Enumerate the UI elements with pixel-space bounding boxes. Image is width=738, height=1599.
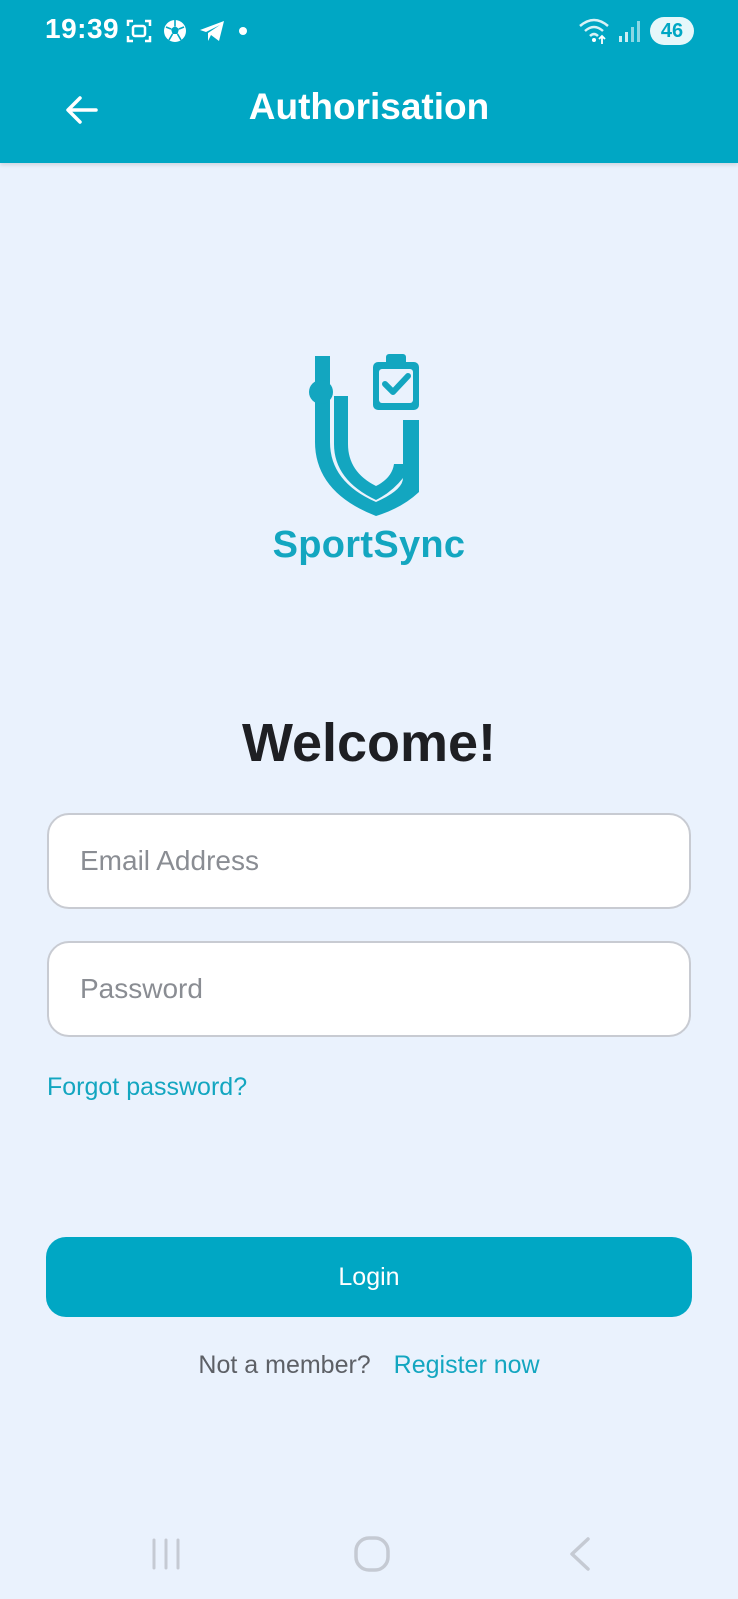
system-icons: 46 bbox=[578, 14, 694, 48]
dot-icon bbox=[239, 27, 247, 35]
forgot-password-link[interactable]: Forgot password? bbox=[47, 1073, 247, 1102]
screenshot-icon bbox=[126, 19, 152, 43]
home-button[interactable] bbox=[350, 1534, 394, 1574]
login-button[interactable]: Login bbox=[46, 1237, 692, 1317]
soccer-ball-icon bbox=[164, 20, 186, 42]
not-member-text: Not a member? bbox=[198, 1351, 371, 1379]
password-field-container bbox=[47, 941, 691, 1037]
password-field[interactable] bbox=[49, 943, 689, 1035]
recent-apps-button[interactable] bbox=[144, 1534, 188, 1574]
shield-clipboard-logo-icon bbox=[309, 354, 419, 516]
signal-icon bbox=[619, 21, 640, 42]
page-title: Authorisation bbox=[248, 86, 490, 127]
register-link[interactable]: Register now bbox=[394, 1351, 540, 1379]
status-time: 19:39 bbox=[45, 13, 120, 44]
status-bar: 19:39 46 bbox=[0, 0, 738, 62]
email-field-container bbox=[47, 813, 691, 909]
nav-back-button[interactable] bbox=[558, 1534, 602, 1574]
system-nav-bar bbox=[0, 1516, 738, 1590]
wifi-icon bbox=[579, 18, 609, 44]
battery-icon: 46 bbox=[650, 17, 694, 45]
logo-wordmark: SportSync bbox=[272, 524, 466, 566]
recent-apps-icon bbox=[152, 1538, 180, 1570]
email-field[interactable] bbox=[49, 815, 689, 907]
register-row: Not a member? Register now bbox=[0, 1351, 738, 1380]
back-icon bbox=[570, 1537, 590, 1571]
sportsync-logo: SportSync bbox=[272, 352, 466, 572]
notification-icons bbox=[126, 14, 250, 48]
home-icon bbox=[354, 1536, 390, 1572]
telegram-icon bbox=[200, 21, 224, 41]
app-bar: 19:39 46 Authorisation bbox=[0, 0, 738, 163]
welcome-heading: Welcome! bbox=[241, 713, 497, 773]
